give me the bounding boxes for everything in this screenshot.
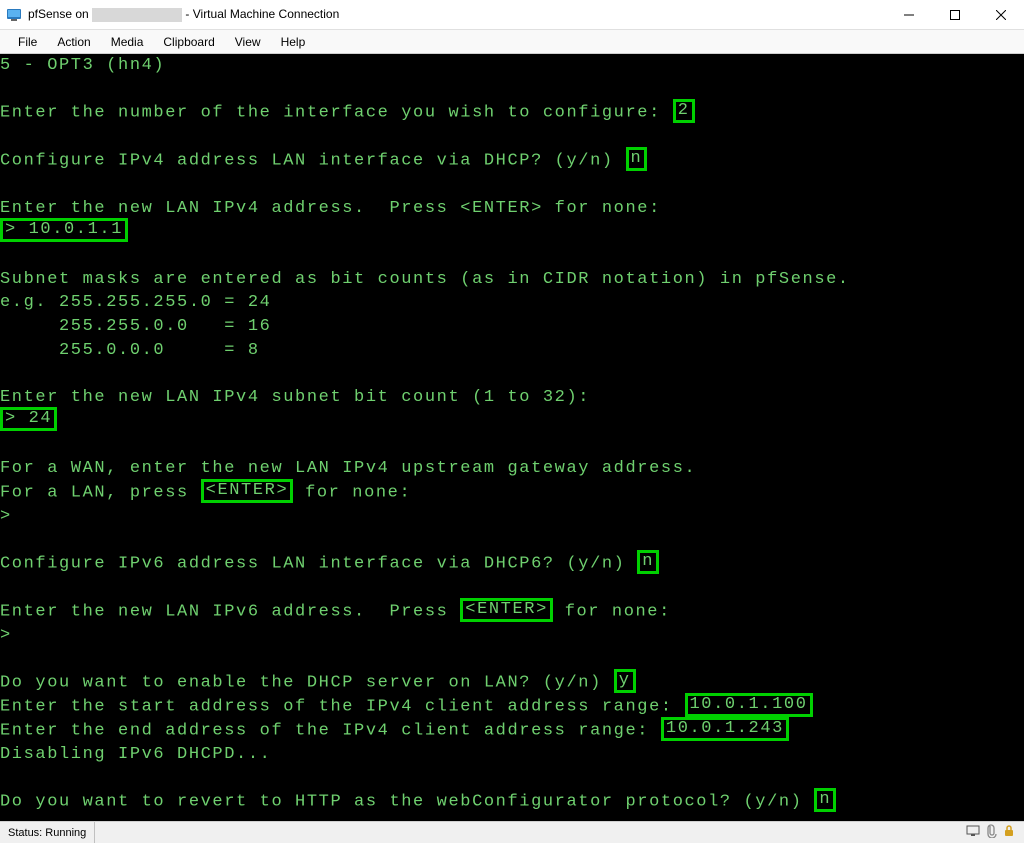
status-bar: Status: Running bbox=[0, 821, 1024, 843]
maximize-button[interactable] bbox=[932, 0, 978, 29]
menu-help[interactable]: Help bbox=[271, 31, 316, 53]
monitor-icon[interactable] bbox=[966, 824, 980, 841]
highlight-dhcp-ipv4-answer: n bbox=[626, 147, 648, 171]
menu-file[interactable]: File bbox=[8, 31, 47, 53]
terminal-line: e.g. 255.255.255.0 = 24 bbox=[0, 293, 271, 312]
terminal-line: Enter the new LAN IPv6 address. Press bbox=[0, 602, 460, 621]
terminal-line: Do you want to enable the DHCP server on… bbox=[0, 673, 614, 692]
minimize-button[interactable] bbox=[886, 0, 932, 29]
status-text: Status: Running bbox=[0, 822, 95, 843]
terminal-line: Configure IPv4 address LAN interface via… bbox=[0, 151, 626, 170]
terminal-line: Enter the new LAN IPv4 address. Press <E… bbox=[0, 199, 661, 218]
menu-media[interactable]: Media bbox=[101, 31, 154, 53]
highlight-dhcp-enable: y bbox=[614, 669, 636, 693]
menu-bar: File Action Media Clipboard View Help bbox=[0, 30, 1024, 54]
status-icons bbox=[966, 824, 1024, 841]
lock-icon[interactable] bbox=[1002, 824, 1016, 841]
app-icon bbox=[6, 7, 22, 23]
menu-view[interactable]: View bbox=[225, 31, 271, 53]
terminal-line: 255.0.0.0 = 8 bbox=[0, 341, 260, 360]
terminal-line: Configure IPv6 address LAN interface via… bbox=[0, 554, 637, 573]
terminal-line: 5 - OPT3 (hn4) bbox=[0, 56, 165, 75]
attachment-icon[interactable] bbox=[984, 824, 998, 841]
close-button[interactable] bbox=[978, 0, 1024, 29]
highlight-dhcp6-answer: n bbox=[637, 550, 659, 574]
highlight-interface-number: 2 bbox=[673, 99, 695, 123]
terminal-line: for none: bbox=[553, 602, 671, 621]
highlight-ipv4-address: > 10.0.1.1 bbox=[0, 218, 128, 242]
highlight-http-revert: n bbox=[814, 788, 836, 812]
window-titlebar: pfSense on - Virtual Machine Connection bbox=[0, 0, 1024, 30]
terminal-line: Enter the start address of the IPv4 clie… bbox=[0, 697, 685, 716]
terminal-line: 255.255.0.0 = 16 bbox=[0, 317, 271, 336]
terminal-line: For a LAN, press bbox=[0, 483, 201, 502]
terminal-line: Enter the end address of the IPv4 client… bbox=[0, 721, 661, 740]
menu-clipboard[interactable]: Clipboard bbox=[153, 31, 224, 53]
highlight-range-end: 10.0.1.243 bbox=[661, 717, 789, 741]
menu-action[interactable]: Action bbox=[47, 31, 100, 53]
terminal-line: > bbox=[0, 626, 12, 645]
terminal-line: for none: bbox=[293, 483, 411, 502]
terminal-line: Do you want to revert to HTTP as the web… bbox=[0, 793, 814, 812]
window-controls bbox=[886, 0, 1024, 29]
highlight-range-start: 10.0.1.100 bbox=[685, 693, 813, 717]
highlight-enter-ipv6: <ENTER> bbox=[460, 598, 553, 622]
terminal-line: Disabling IPv6 DHCPD... bbox=[0, 745, 271, 764]
terminal-output[interactable]: 5 - OPT3 (hn4) Enter the number of the i… bbox=[0, 54, 1024, 821]
terminal-line: Enter the new LAN IPv4 subnet bit count … bbox=[0, 388, 590, 407]
terminal-line: > bbox=[0, 507, 12, 526]
terminal-line: Enter the number of the interface you wi… bbox=[0, 104, 673, 123]
terminal-line: Subnet masks are entered as bit counts (… bbox=[0, 270, 850, 289]
window-title: pfSense on - Virtual Machine Connection bbox=[28, 7, 886, 22]
highlight-enter-gateway: <ENTER> bbox=[201, 479, 294, 503]
redacted-segment bbox=[92, 8, 182, 22]
terminal-line: For a WAN, enter the new LAN IPv4 upstre… bbox=[0, 459, 696, 478]
highlight-subnet-bits: > 24 bbox=[0, 407, 57, 431]
